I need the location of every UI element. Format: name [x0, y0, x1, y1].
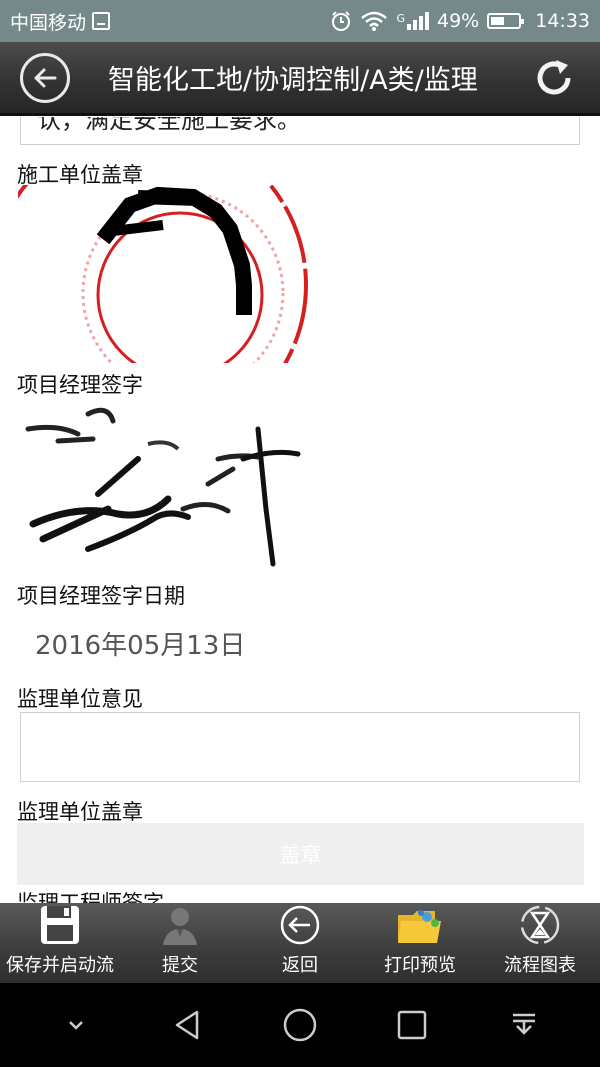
form-content[interactable]: 认，满足安全施工要求。 施工单位盖章 项目经理签字 项目经理签字日期 2016年… — [0, 117, 600, 903]
battery-percent: 49% — [437, 10, 480, 32]
toolbar-label-flowchart: 流程图表 — [504, 955, 576, 976]
supervision-opinion-label: 监理单位意见 — [17, 687, 143, 711]
notification-icon — [92, 12, 111, 30]
flow-chart-button[interactable]: 流程图表 — [480, 903, 600, 983]
toolbar-label-submit: 提交 — [162, 955, 198, 976]
folder-icon — [398, 910, 441, 943]
supervision-engineer-signature-label: 监理工程师签字 — [17, 891, 164, 903]
toolbar-label-print: 打印预览 — [384, 955, 456, 976]
nav-back-button[interactable] — [158, 995, 218, 1055]
pm-signature-date-value[interactable]: 2016年05月13日 — [35, 625, 245, 662]
arrow-left-icon — [34, 68, 57, 87]
carrier-name: 中国移动 — [10, 11, 87, 34]
stamp-button[interactable]: 盖章 — [17, 823, 584, 885]
print-preview-button[interactable]: 打印预览 — [360, 903, 480, 983]
alarm-icon — [332, 11, 351, 31]
back-button[interactable] — [20, 52, 70, 103]
status-bar: 中国移动 G 49% 14:33 — [0, 0, 600, 42]
previous-field-text: 认，满足安全施工要求。 — [37, 117, 301, 134]
chevron-down-icon — [69, 1021, 83, 1030]
bottom-toolbar: 保存并启动流 提交 返回 打印预览 流程图表 — [0, 903, 600, 983]
wifi-icon — [361, 11, 388, 31]
return-button[interactable]: 返回 — [240, 903, 360, 983]
signal-icon: G — [396, 12, 429, 30]
submit-button[interactable]: 提交 — [120, 903, 240, 983]
hourglass-icon — [520, 905, 560, 945]
supervision-opinion-field[interactable] — [20, 712, 580, 782]
back-icon — [280, 905, 320, 945]
network-type: G — [396, 12, 405, 25]
pull-down-icon — [513, 1013, 535, 1035]
supervision-seal-label: 监理单位盖章 — [17, 800, 143, 824]
save-icon — [41, 906, 79, 944]
toolbar-label-return: 返回 — [282, 955, 318, 976]
construction-seal-image — [18, 185, 323, 363]
title-bar: 智能化工地/协调控制/A类/监理 — [0, 42, 600, 116]
page-title: 智能化工地/协调控制/A类/监理 — [108, 65, 478, 96]
pm-signature-image — [18, 399, 308, 574]
battery-icon — [487, 13, 525, 29]
refresh-icon — [537, 59, 571, 94]
pm-signature-date-label: 项目经理签字日期 — [17, 584, 185, 608]
nav-recents-button[interactable] — [382, 995, 442, 1055]
previous-text-field[interactable]: 认，满足安全施工要求。 — [20, 117, 580, 145]
user-icon — [163, 908, 197, 945]
refresh-button[interactable] — [530, 54, 578, 102]
nav-notification-pull-button[interactable] — [494, 995, 554, 1055]
hide-nav-button[interactable] — [46, 995, 106, 1055]
toolbar-label-save: 保存并启动流 — [6, 955, 114, 976]
pm-signature-label: 项目经理签字 — [17, 373, 143, 397]
nav-home-button[interactable] — [270, 995, 330, 1055]
circle-home-icon — [283, 1008, 317, 1042]
triangle-back-icon — [175, 1010, 199, 1040]
system-nav-bar — [0, 983, 600, 1067]
square-recents-icon — [397, 1010, 427, 1040]
clock: 14:33 — [535, 10, 590, 32]
save-and-start-button[interactable]: 保存并启动流 — [0, 903, 120, 983]
